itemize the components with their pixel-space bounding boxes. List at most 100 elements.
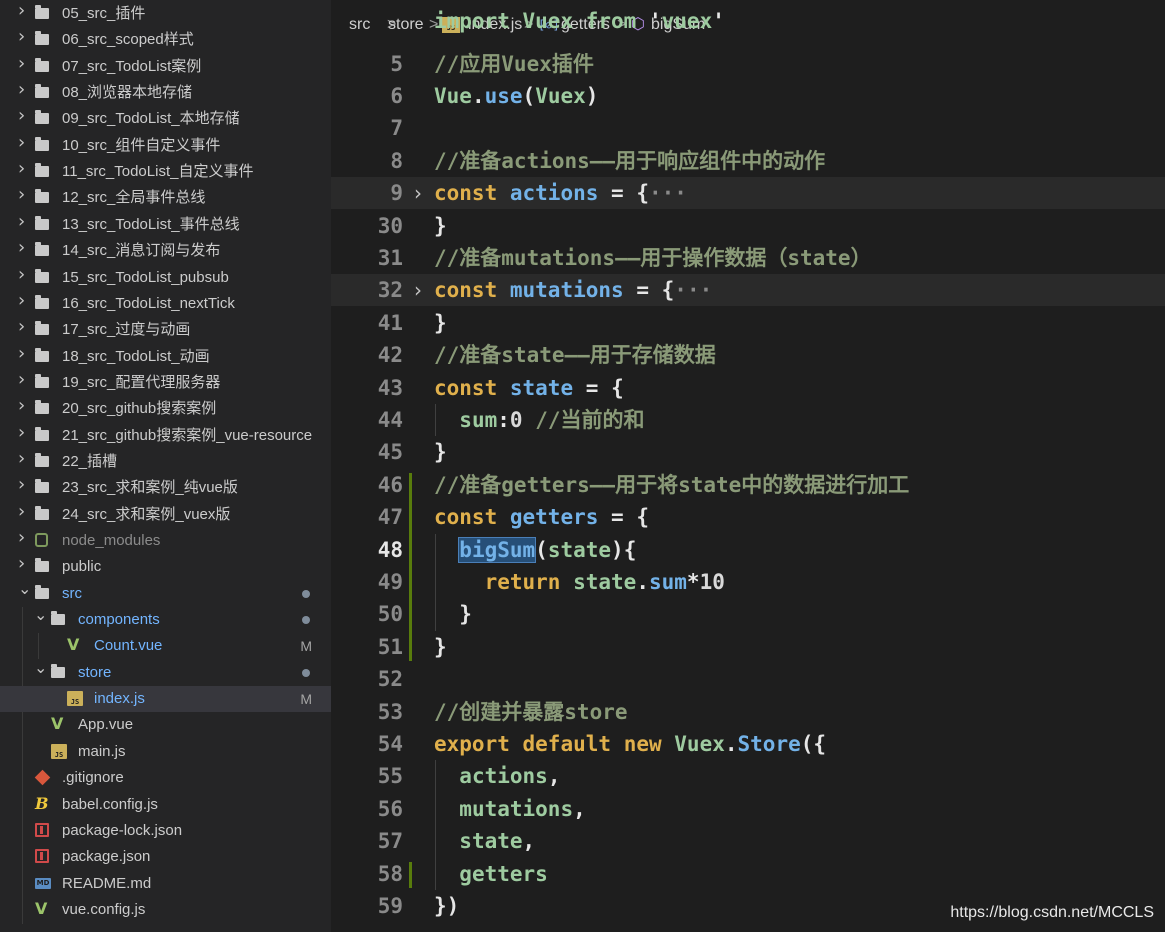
- git-change-dot: [302, 668, 310, 677]
- tree-item-label: 17_src_过度与动画: [62, 321, 191, 339]
- code-line[interactable]: 52: [331, 663, 1165, 695]
- file-item[interactable]: package.json: [0, 844, 331, 870]
- folder-item[interactable]: › node_modules: [0, 528, 331, 554]
- chevron-right-icon[interactable]: ›: [18, 212, 30, 230]
- file-item[interactable]: package-lock.json: [0, 818, 331, 844]
- chevron-right-icon[interactable]: ›: [18, 291, 30, 309]
- chevron-right-icon[interactable]: ›: [18, 476, 30, 494]
- folder-item[interactable]: › 20_src_github搜索案例: [0, 396, 331, 422]
- chevron-right-icon[interactable]: ›: [18, 423, 30, 441]
- code-line[interactable]: 55 actions,: [331, 760, 1165, 792]
- file-item[interactable]: V App.vue: [0, 712, 331, 738]
- json-file-icon: [35, 849, 49, 864]
- chevron-down-icon[interactable]: ⌄: [34, 659, 47, 676]
- line-number: 45: [377, 440, 403, 465]
- code-line[interactable]: 45}: [331, 436, 1165, 468]
- folder-item[interactable]: › 22_插槽: [0, 449, 331, 475]
- folder-item[interactable]: › 09_src_TodoList_本地存储: [0, 106, 331, 132]
- file-item[interactable]: MD README.md: [0, 871, 331, 897]
- folder-item[interactable]: ⌄ store: [0, 659, 331, 686]
- code-line[interactable]: 49 return state.sum*10: [331, 566, 1165, 598]
- code-line[interactable]: 31 //准备mutations——用于操作数据（state）: [331, 242, 1165, 274]
- tree-item-label: App.vue: [78, 716, 134, 734]
- markdown-file-icon: MD: [35, 877, 51, 889]
- folder-item[interactable]: › 23_src_求和案例_纯vue版: [0, 475, 331, 501]
- chevron-right-icon[interactable]: ›: [18, 502, 30, 520]
- chevron-right-icon[interactable]: ›: [18, 186, 30, 204]
- folder-item[interactable]: › 14_src_消息订阅与发布: [0, 238, 331, 264]
- folder-item[interactable]: › 12_src_全局事件总线: [0, 185, 331, 211]
- chevron-right-icon[interactable]: ›: [18, 133, 30, 151]
- code-text: //创建并暴露store: [434, 699, 628, 724]
- code-line[interactable]: 46 //准备getters——用于将state中的数据进行加工: [331, 469, 1165, 501]
- code-line[interactable]: 43 const state = {: [331, 372, 1165, 404]
- file-item[interactable]: JS index.js M: [0, 686, 331, 713]
- folder-item[interactable]: › 13_src_TodoList_事件总线: [0, 212, 331, 238]
- fold-chevron-icon[interactable]: ›: [414, 177, 422, 209]
- chevron-right-icon[interactable]: ›: [18, 81, 30, 99]
- chevron-right-icon[interactable]: ›: [18, 370, 30, 388]
- chevron-right-icon[interactable]: ›: [18, 265, 30, 283]
- chevron-right-icon[interactable]: ›: [18, 397, 30, 415]
- folder-item[interactable]: › 17_src_过度与动画: [0, 317, 331, 343]
- folder-item[interactable]: ⌄ components: [0, 607, 331, 633]
- chevron-right-icon[interactable]: ›: [18, 107, 30, 125]
- code-line[interactable]: 58 getters: [331, 858, 1165, 890]
- folder-item[interactable]: ⌄ src: [0, 580, 331, 607]
- chevron-right-icon[interactable]: ›: [18, 28, 30, 46]
- file-item[interactable]: V Count.vue M: [0, 633, 331, 659]
- code-line[interactable]: 30}: [331, 210, 1165, 242]
- folder-item[interactable]: › 07_src_TodoList案例: [0, 54, 331, 80]
- folder-item[interactable]: › 19_src_配置代理服务器: [0, 370, 331, 396]
- code-line[interactable]: 54 export default new Vuex.Store({: [331, 728, 1165, 760]
- code-line[interactable]: 8 //准备actions——用于响应组件中的动作: [331, 145, 1165, 177]
- folder-item[interactable]: › 24_src_求和案例_vuex版: [0, 502, 331, 528]
- code-line[interactable]: 51}: [331, 631, 1165, 663]
- fold-chevron-icon[interactable]: ›: [414, 274, 422, 306]
- file-item[interactable]: .gitignore: [0, 765, 331, 791]
- folder-item[interactable]: › 08_浏览器本地存储: [0, 80, 331, 106]
- folder-item[interactable]: › 15_src_TodoList_pubsub: [0, 265, 331, 291]
- code-line[interactable]: 53 //创建并暴露store: [331, 696, 1165, 728]
- tree-item-label: 22_插槽: [62, 452, 118, 470]
- folder-item[interactable]: › 18_src_TodoList_动画: [0, 344, 331, 370]
- folder-item[interactable]: › public: [0, 554, 331, 580]
- folder-item[interactable]: › 16_src_TodoList_nextTick: [0, 291, 331, 317]
- chevron-right-icon[interactable]: ›: [18, 160, 30, 178]
- code-line[interactable]: 50 }: [331, 598, 1165, 630]
- code-line[interactable]: 9 › const actions = {···: [331, 177, 1165, 210]
- chevron-right-icon[interactable]: ›: [18, 239, 30, 257]
- code-line[interactable]: 57 state,: [331, 825, 1165, 857]
- file-item[interactable]: JS main.js: [0, 739, 331, 765]
- file-item[interactable]: Vvue.config.js: [0, 897, 331, 923]
- code-editor[interactable]: src > store > JS index.js > [⊘] getters …: [331, 0, 1165, 932]
- chevron-right-icon[interactable]: ›: [18, 529, 30, 547]
- folder-item[interactable]: › 10_src_组件自定义事件: [0, 133, 331, 159]
- js-file-icon: JS: [51, 743, 67, 759]
- folder-item[interactable]: › 06_src_scoped样式: [0, 27, 331, 53]
- code-line[interactable]: 5 //应用Vuex插件: [331, 48, 1165, 80]
- code-line[interactable]: 44 sum:0 //当前的和: [331, 404, 1165, 436]
- chevron-down-icon[interactable]: ⌄: [34, 607, 47, 623]
- code-line[interactable]: 6 Vue.use(Vuex): [331, 80, 1165, 112]
- chevron-right-icon[interactable]: ›: [18, 449, 30, 467]
- chevron-right-icon[interactable]: ›: [18, 54, 30, 72]
- chevron-right-icon[interactable]: ›: [18, 2, 30, 20]
- code-line[interactable]: 42 //准备state——用于存储数据: [331, 339, 1165, 371]
- chevron-right-icon[interactable]: ›: [18, 344, 30, 362]
- chevron-right-icon[interactable]: ›: [18, 318, 30, 336]
- code-line[interactable]: 47 const getters = {: [331, 501, 1165, 533]
- folder-item[interactable]: › 21_src_github搜索案例_vue-resource: [0, 423, 331, 449]
- file-item[interactable]: Bbabel.config.js: [0, 792, 331, 818]
- code-line[interactable]: 32 › const mutations = {···: [331, 274, 1165, 307]
- chevron-down-icon[interactable]: ⌄: [18, 580, 31, 597]
- chevron-right-icon[interactable]: ›: [18, 555, 30, 573]
- line-number: 6: [390, 83, 403, 108]
- folder-item[interactable]: › 05_src_插件: [0, 1, 331, 27]
- code-line[interactable]: 7: [331, 112, 1165, 144]
- code-line[interactable]: 48 bigSum(state){: [331, 534, 1165, 566]
- code-line[interactable]: 41}: [331, 307, 1165, 339]
- folder-icon: [35, 163, 49, 178]
- folder-item[interactable]: › 11_src_TodoList_自定义事件: [0, 159, 331, 185]
- code-line[interactable]: 56 mutations,: [331, 793, 1165, 825]
